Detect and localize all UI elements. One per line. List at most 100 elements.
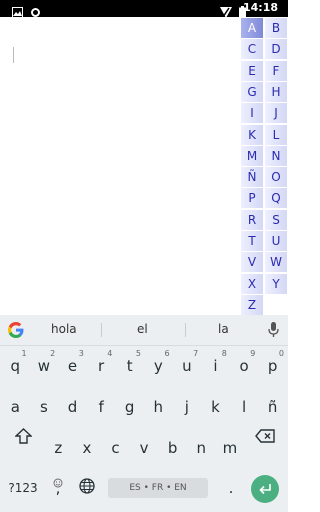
- key-hint: 3: [78, 349, 84, 358]
- key-label: t: [126, 357, 133, 375]
- suggestion-2[interactable]: el: [137, 322, 148, 336]
- key-label: w: [37, 357, 51, 375]
- letter-button[interactable]: E: [241, 60, 263, 81]
- key-label: a: [10, 398, 20, 416]
- letter-button[interactable]: W: [265, 252, 287, 273]
- key[interactable]: z: [44, 430, 73, 466]
- key[interactable]: q1: [1, 348, 30, 384]
- space-key[interactable]: ES • FR • EN: [108, 478, 208, 498]
- key-hint: 1: [21, 349, 27, 358]
- key-label: s: [39, 398, 48, 416]
- key-label: m: [222, 439, 238, 457]
- key-label: g: [124, 398, 135, 416]
- key-label: y: [153, 357, 163, 375]
- letter-button[interactable]: F: [265, 60, 287, 81]
- key[interactable]: r4: [87, 348, 116, 384]
- text-cursor: [13, 47, 14, 63]
- status-time: 14:18: [242, 1, 278, 14]
- letter-button[interactable]: U: [265, 231, 287, 251]
- key-label: n: [196, 439, 207, 457]
- period-key[interactable]: .: [221, 472, 241, 504]
- key[interactable]: j: [173, 389, 202, 425]
- key-label: x: [82, 439, 92, 457]
- letter-button[interactable]: V: [241, 252, 263, 273]
- letter-button[interactable]: Z: [241, 294, 263, 315]
- letter-button[interactable]: O: [265, 167, 287, 188]
- key-hint: 5: [135, 349, 141, 358]
- symbols-key[interactable]: ?123: [4, 472, 42, 504]
- emoji-icon: [53, 474, 63, 492]
- letter-button[interactable]: L: [265, 124, 287, 145]
- letter-button[interactable]: C: [241, 39, 263, 60]
- key[interactable]: p0: [258, 348, 287, 384]
- key[interactable]: g: [115, 389, 144, 425]
- key-label: ñ: [267, 398, 278, 416]
- key-label: i: [213, 357, 218, 375]
- enter-key[interactable]: [251, 475, 279, 503]
- key[interactable]: d: [58, 389, 87, 425]
- letter-button[interactable]: X: [241, 273, 263, 294]
- key-hint: 8: [221, 349, 227, 358]
- letter-index: ABCDEFGHIJKLMNÑOPQRSTUVWXYZ: [240, 17, 288, 315]
- suggestion-divider: [101, 323, 102, 337]
- key-hint: 2: [50, 349, 56, 358]
- key[interactable]: t5: [115, 348, 144, 384]
- key[interactable]: u7: [173, 348, 202, 384]
- suggestion-1[interactable]: hola: [51, 322, 77, 336]
- suggestion-bar: hola el la: [0, 315, 288, 346]
- key-label: b: [167, 439, 178, 457]
- letter-button[interactable]: K: [241, 124, 263, 145]
- letter-button[interactable]: I: [241, 103, 263, 124]
- letter-button[interactable]: H: [265, 81, 287, 102]
- letter-button[interactable]: G: [241, 81, 263, 102]
- key[interactable]: f: [87, 389, 116, 425]
- key[interactable]: h: [144, 389, 173, 425]
- key[interactable]: w2: [30, 348, 59, 384]
- key-label: l: [242, 398, 247, 416]
- globe-icon: [79, 478, 95, 498]
- key[interactable]: e3: [58, 348, 87, 384]
- key-label: z: [54, 439, 63, 457]
- backspace-key[interactable]: [252, 418, 278, 454]
- enter-icon: [258, 480, 272, 499]
- key[interactable]: b: [158, 430, 187, 466]
- letter-button[interactable]: J: [265, 103, 287, 124]
- key[interactable]: o9: [230, 348, 259, 384]
- key[interactable]: k: [201, 389, 230, 425]
- letter-button[interactable]: S: [265, 209, 287, 230]
- key[interactable]: m: [216, 430, 245, 466]
- suggestion-3[interactable]: la: [218, 322, 229, 336]
- microphone-icon[interactable]: [268, 322, 279, 342]
- letter-button[interactable]: A: [241, 18, 263, 38]
- key[interactable]: y6: [144, 348, 173, 384]
- shift-key[interactable]: [10, 418, 36, 454]
- suggestion-divider: [185, 323, 186, 337]
- letter-button[interactable]: R: [241, 209, 263, 230]
- key[interactable]: v: [130, 430, 159, 466]
- keyboard: hola el la q1w2e3r4t5y6u7i8o9p0 asdfghjk…: [0, 315, 288, 512]
- key-label: h: [153, 398, 164, 416]
- key-hint: 6: [164, 349, 170, 358]
- key[interactable]: i8: [201, 348, 230, 384]
- key-hint: 4: [107, 349, 113, 358]
- key-label: q: [10, 357, 21, 375]
- key-hint: 7: [193, 349, 199, 358]
- key[interactable]: c: [101, 430, 130, 466]
- letter-button[interactable]: M: [241, 145, 263, 166]
- letter-button[interactable]: B: [265, 18, 287, 38]
- key-label: k: [211, 398, 220, 416]
- letter-button[interactable]: D: [265, 39, 287, 60]
- letter-button[interactable]: N: [265, 145, 287, 166]
- key[interactable]: x: [73, 430, 102, 466]
- letter-button[interactable]: P: [241, 188, 263, 209]
- comma-key[interactable]: ,: [47, 472, 69, 504]
- letter-button[interactable]: Q: [265, 188, 287, 209]
- key[interactable]: n: [187, 430, 216, 466]
- key-label: j: [184, 398, 189, 416]
- language-key[interactable]: [74, 472, 100, 504]
- letter-button[interactable]: Ñ: [241, 167, 263, 188]
- letter-button[interactable]: Y: [265, 273, 287, 294]
- google-icon[interactable]: [7, 321, 25, 343]
- text-editor[interactable]: [0, 17, 239, 315]
- letter-button[interactable]: T: [241, 231, 263, 251]
